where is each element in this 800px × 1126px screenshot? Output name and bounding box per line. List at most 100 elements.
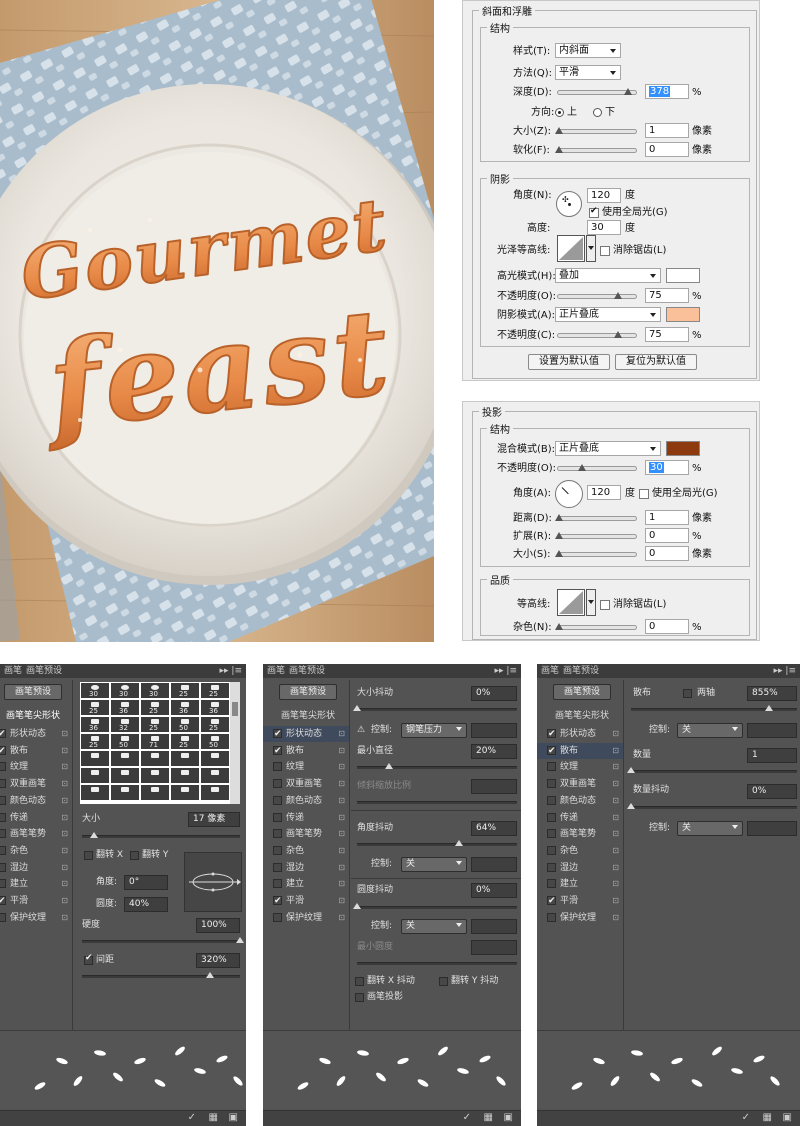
angle-jitter-input[interactable]: 64% — [471, 821, 517, 836]
brush-option-checkbox[interactable] — [0, 779, 6, 789]
lock-icon[interactable]: ⊡ — [612, 776, 619, 792]
size-jitter-thumb[interactable] — [353, 705, 361, 711]
noise-thumb[interactable] — [555, 623, 563, 630]
lock-icon[interactable]: ⊡ — [338, 893, 345, 909]
brush-tip-cell[interactable]: 36 — [111, 700, 139, 715]
hardness-input[interactable]: 100% — [196, 918, 240, 933]
brush-tip-cell[interactable] — [141, 768, 169, 783]
brush-option-item[interactable]: ✔ 平滑 ⊡ — [0, 893, 72, 909]
count-jitter-input[interactable]: 0% — [747, 784, 797, 799]
lock-icon[interactable]: ⊡ — [61, 860, 68, 876]
lock-icon[interactable]: ⊡ — [338, 743, 345, 759]
brush-tip-cell[interactable] — [171, 785, 199, 800]
spread-slider[interactable] — [555, 532, 637, 539]
brush-tip-cell[interactable] — [141, 751, 169, 766]
brush-tip-cell[interactable]: 30 — [141, 683, 169, 698]
shadow-opacity-input[interactable]: 75 — [645, 327, 689, 342]
tab-brush-2[interactable]: 画笔 — [267, 664, 285, 678]
brush-option-checkbox[interactable] — [547, 779, 556, 789]
count-slider[interactable] — [627, 767, 797, 773]
scatter-thumb[interactable] — [765, 705, 773, 711]
shadow-blend-color-swatch[interactable] — [666, 441, 700, 456]
brush-tip-cell[interactable]: 30 — [81, 683, 109, 698]
lock-icon[interactable]: ⊡ — [61, 793, 68, 809]
brush-option-checkbox[interactable] — [0, 912, 6, 922]
brush-option-item[interactable]: 画笔笔势 ⊡ — [537, 826, 623, 842]
count-thumb[interactable] — [627, 767, 635, 773]
brush-option-checkbox[interactable]: ✔ — [0, 729, 6, 739]
flip-y-jitter-checkbox[interactable] — [439, 977, 448, 986]
new-brush-icon[interactable]: ▣ — [229, 1112, 238, 1123]
brush-option-checkbox[interactable] — [547, 829, 556, 839]
brush-option-item[interactable]: ✔ 形状动态 ⊡ — [263, 726, 349, 742]
control-input-b[interactable] — [747, 821, 797, 836]
set-default-button[interactable]: 设置为默认值 — [528, 354, 610, 370]
brush-option-checkbox[interactable] — [273, 829, 282, 839]
size-jitter-input[interactable]: 0% — [471, 686, 517, 701]
lock-icon[interactable]: ⊡ — [338, 860, 345, 876]
anti-alias-checkbox[interactable] — [600, 246, 610, 256]
count-jitter-thumb[interactable] — [627, 803, 635, 809]
brush-option-checkbox[interactable]: ✔ — [547, 729, 556, 739]
lock-icon[interactable]: ⊡ — [338, 776, 345, 792]
brush-tip-cell[interactable]: 25 — [201, 683, 229, 698]
shadow-angle-dial[interactable] — [555, 480, 583, 508]
roundness-jitter-input[interactable]: 0% — [471, 883, 517, 898]
tip-shape-item[interactable]: 画笔笔尖形状 — [0, 708, 72, 724]
brush-option-item[interactable]: 双重画笔 ⊡ — [0, 776, 72, 792]
lock-icon[interactable]: ⊡ — [612, 826, 619, 842]
brush-tip-cell[interactable] — [171, 751, 199, 766]
toggle-bristle-icon[interactable]: ✓ — [463, 1112, 471, 1123]
size-slider[interactable] — [555, 127, 637, 134]
highlight-opacity-input[interactable]: 75 — [645, 288, 689, 303]
brush-option-item[interactable]: 传递 ⊡ — [0, 810, 72, 826]
tip-grid-scroll-thumb[interactable] — [232, 702, 238, 716]
lock-icon[interactable]: ⊡ — [338, 793, 345, 809]
brush-tip-cell[interactable]: 50 — [171, 717, 199, 732]
brush-tip-cell[interactable]: 36 — [171, 700, 199, 715]
brush-option-item[interactable]: 保护纹理 ⊡ — [263, 910, 349, 926]
lock-icon[interactable]: ⊡ — [612, 843, 619, 859]
panel-menu-icon[interactable]: ▸▸ |≡ — [220, 664, 242, 678]
brush-presets-button-2[interactable]: 画笔预设 — [279, 684, 337, 700]
brush-option-item[interactable]: 画笔笔势 ⊡ — [263, 826, 349, 842]
shadow-opacity-slider[interactable] — [557, 331, 637, 338]
brush-option-checkbox[interactable] — [273, 762, 282, 772]
lock-icon[interactable]: ⊡ — [612, 743, 619, 759]
angle-input[interactable]: 120 — [587, 188, 621, 203]
brush-option-item[interactable]: 杂色 ⊡ — [263, 843, 349, 859]
angle-jitter-thumb[interactable] — [455, 840, 463, 846]
size-slider[interactable] — [82, 832, 240, 838]
shadow-opacity-slider2[interactable] — [557, 464, 637, 471]
gloss-contour-dropdown[interactable] — [586, 235, 596, 262]
highlight-mode-select[interactable]: 叠加 — [555, 268, 661, 283]
lock-icon[interactable]: ⊡ — [338, 826, 345, 842]
gloss-contour-picker[interactable] — [557, 235, 585, 262]
brush-tip-cell[interactable] — [201, 751, 229, 766]
lock-icon[interactable]: ⊡ — [338, 726, 345, 742]
brush-option-checkbox[interactable]: ✔ — [0, 896, 6, 906]
lock-icon[interactable]: ⊡ — [612, 726, 619, 742]
brush-tip-cell[interactable]: 71 — [141, 734, 169, 749]
control-select-b[interactable]: 关 — [677, 821, 743, 836]
distance-input[interactable]: 1 — [645, 510, 689, 525]
brush-option-item[interactable]: ✔ 散布 ⊡ — [263, 743, 349, 759]
brush-option-checkbox[interactable] — [273, 812, 282, 822]
min-diameter-slider[interactable] — [357, 763, 517, 769]
shadow-color-swatch[interactable] — [666, 307, 700, 322]
brush-option-item[interactable]: 纹理 ⊡ — [537, 759, 623, 775]
scatter-input[interactable]: 855% — [747, 686, 797, 701]
brush-option-item[interactable]: 双重画笔 ⊡ — [537, 776, 623, 792]
roundness-input[interactable]: 40% — [124, 897, 168, 912]
brush-option-item[interactable]: 传递 ⊡ — [263, 810, 349, 826]
direction-up-radio[interactable] — [555, 108, 564, 117]
control-select-a[interactable]: 关 — [677, 723, 743, 738]
new-brush-icon[interactable]: ▣ — [783, 1112, 792, 1123]
tab-brush-presets-3[interactable]: 画笔预设 — [563, 664, 599, 678]
shadow-size-thumb[interactable] — [555, 550, 563, 557]
brush-option-item[interactable]: 杂色 ⊡ — [537, 843, 623, 859]
size-input[interactable]: 17 像素 — [188, 812, 240, 827]
min-roundness-slider[interactable] — [357, 962, 517, 965]
blend-mode-select[interactable]: 正片叠底 — [555, 441, 661, 456]
control-select-3[interactable]: 关 — [401, 919, 467, 934]
